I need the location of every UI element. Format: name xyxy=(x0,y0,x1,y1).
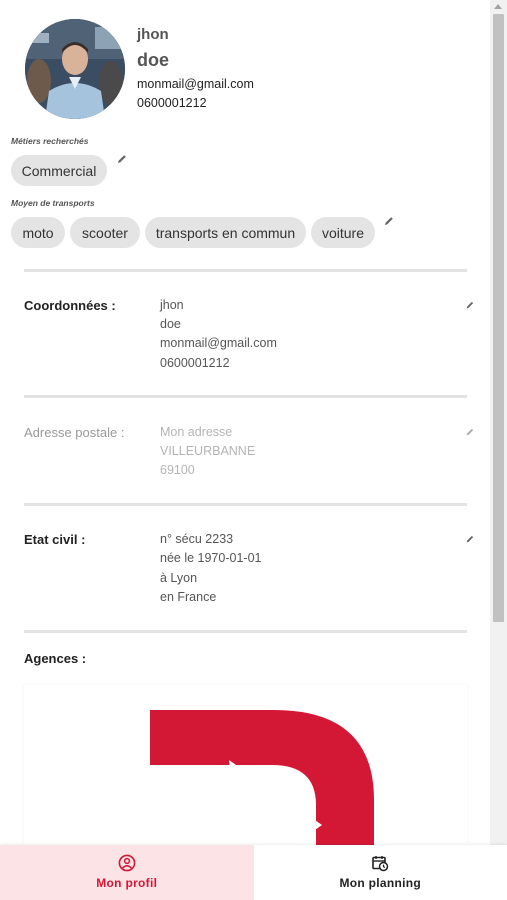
agences-label: Agences : xyxy=(24,651,87,666)
edit-metiers-pen-icon[interactable] xyxy=(116,153,128,165)
divider xyxy=(24,503,467,506)
user-circle-icon xyxy=(118,854,136,872)
coordonnees-email: monmail@gmail.com xyxy=(160,336,277,350)
etat-civil-country: en France xyxy=(160,590,217,604)
vertical-scrollbar[interactable] xyxy=(490,0,507,845)
coordonnees-last-name: doe xyxy=(160,317,181,331)
nav-tab-mon-planning[interactable]: Mon planning xyxy=(254,845,507,900)
etat-civil-birthplace: à Lyon xyxy=(160,571,198,585)
agency-card[interactable] xyxy=(24,685,467,845)
chip-transport-voiture[interactable]: voiture xyxy=(311,217,375,248)
edit-transports-pen-icon[interactable] xyxy=(383,215,395,227)
scroll-up-arrow-icon[interactable] xyxy=(494,4,502,9)
profile-first-name: jhon xyxy=(137,26,169,43)
edit-adresse-pen-icon[interactable] xyxy=(465,427,475,437)
adresse-label: Adresse postale : xyxy=(24,425,125,440)
divider xyxy=(24,630,467,633)
divider xyxy=(24,395,467,398)
avatar xyxy=(25,19,125,119)
profile-phone: 0600001212 xyxy=(137,96,207,110)
profile-scroll-area[interactable]: jhon doe monmail@gmail.com 0600001212 Mé… xyxy=(0,0,489,845)
coordonnees-first-name: jhon xyxy=(160,298,184,312)
adresse-zip: 69100 xyxy=(160,463,195,477)
edit-etat-civil-pen-icon[interactable] xyxy=(465,534,475,544)
nav-label-mon-planning: Mon planning xyxy=(339,876,422,890)
chip-transport-transports-en-commun[interactable]: transports en commun xyxy=(145,217,306,248)
bottom-navigation: Mon profil Mon planning xyxy=(0,845,507,900)
coordonnees-phone: 0600001212 xyxy=(160,356,230,370)
metiers-label: Métiers recherchés xyxy=(11,136,89,146)
scrollbar-thumb[interactable] xyxy=(493,14,504,622)
transports-label: Moyen de transports xyxy=(11,198,95,208)
profile-email: monmail@gmail.com xyxy=(137,77,254,91)
agency-logo xyxy=(150,710,374,845)
profile-last-name: doe xyxy=(137,50,170,70)
etat-civil-secu: n° sécu 2233 xyxy=(160,532,234,546)
edit-coordonnees-pen-icon[interactable] xyxy=(465,300,475,310)
adresse-street: Mon adresse xyxy=(160,425,233,439)
coordonnees-label: Coordonnées : xyxy=(24,298,116,313)
chip-metier[interactable]: Commercial xyxy=(11,155,107,186)
adresse-city: VILLEURBANNE xyxy=(160,444,256,458)
chip-transport-scooter[interactable]: scooter xyxy=(70,217,140,248)
calendar-clock-icon xyxy=(372,856,389,872)
divider xyxy=(24,269,467,272)
nav-tab-mon-profil[interactable]: Mon profil xyxy=(0,845,254,900)
avatar-photo xyxy=(25,19,125,119)
nav-label-mon-profil: Mon profil xyxy=(96,876,158,890)
etat-civil-birthdate: née le 1970-01-01 xyxy=(160,551,262,565)
chip-transport-moto[interactable]: moto xyxy=(11,217,65,248)
etat-civil-label: Etat civil : xyxy=(24,532,86,547)
